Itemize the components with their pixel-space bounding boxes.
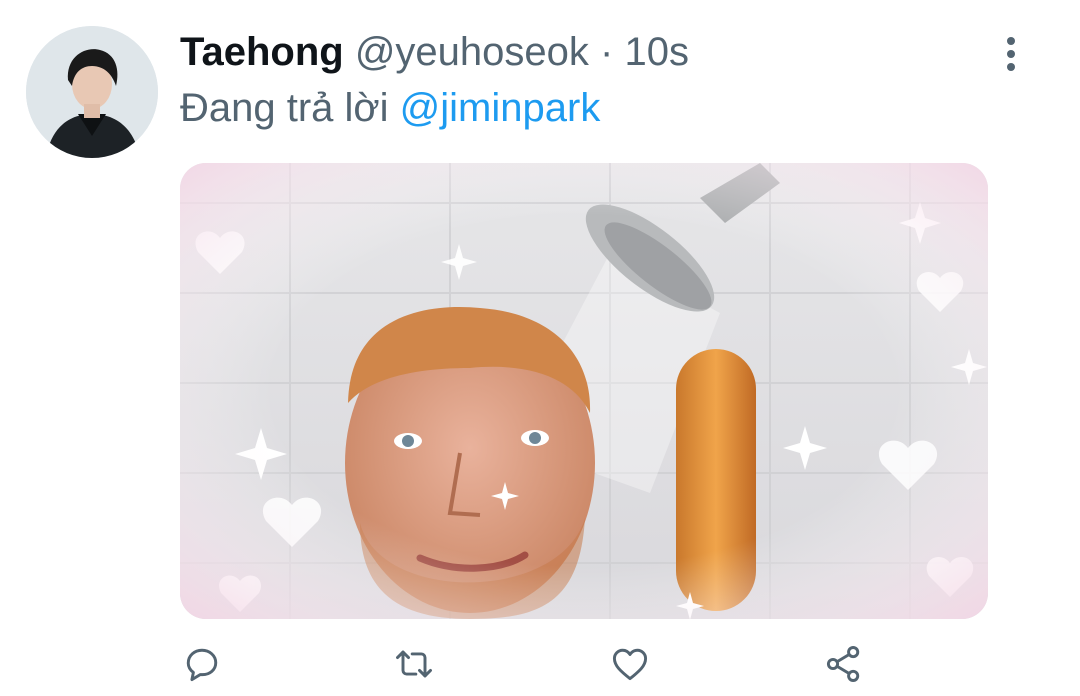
meme-photo	[180, 163, 988, 619]
user-handle[interactable]: @yeuhoseok	[355, 30, 589, 74]
tweet-media-image[interactable]	[180, 163, 988, 619]
reply-icon[interactable]	[178, 640, 226, 688]
replying-to-label: Đang trả lời	[180, 86, 389, 130]
heart-icon[interactable]	[606, 640, 654, 688]
share-icon[interactable]	[820, 640, 868, 688]
display-name[interactable]: Taehong	[180, 30, 344, 74]
retweet-icon[interactable]	[390, 640, 438, 688]
separator-dot: ·	[600, 30, 614, 74]
avatar-image	[26, 26, 158, 158]
avatar[interactable]	[26, 26, 158, 158]
tweet-header: Taehong @yeuhoseok · 10s	[180, 28, 689, 76]
more-vertical-icon[interactable]	[996, 34, 1026, 71]
timestamp[interactable]: 10s	[625, 30, 690, 74]
tweet-actions	[0, 640, 1080, 688]
reply-mention-link[interactable]: @jiminpark	[400, 86, 601, 130]
replying-to: Đang trả lời @jiminpark	[180, 84, 600, 132]
